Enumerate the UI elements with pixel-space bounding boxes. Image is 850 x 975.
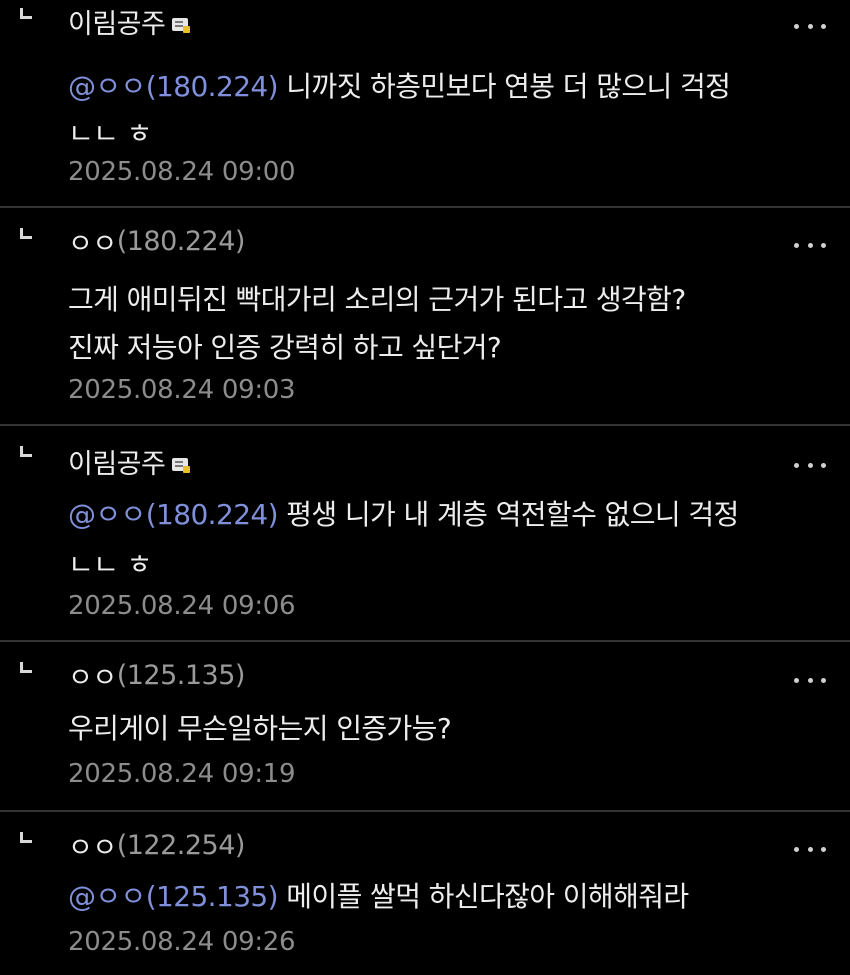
comment-body: @ㅇㅇ(125.135) 메이플 쌀먹 하신다잖아 이해해줘라 [68, 872, 689, 922]
comment-header: 이림공주 [68, 442, 191, 481]
comment-body: 그게 애미뒤진 빡대가리 소리의 근거가 된다고 생각함? 진짜 저능아 인증 … [68, 276, 686, 372]
comment-item: 이림공주 @ㅇㅇ(180.224) 니까짓 하층민보다 연봉 더 많으니 걱정 … [0, 0, 850, 208]
comment-nickname[interactable]: 이림공주 [68, 2, 166, 41]
comment-nickname[interactable]: ㅇㅇ [68, 826, 117, 865]
comment-text: 메이플 쌀먹 하신다잖아 이해해줘라 [277, 880, 689, 913]
comment-header: ㅇㅇ (180.224) [68, 222, 246, 261]
comment-item: ㅇㅇ (122.254) @ㅇㅇ(125.135) 메이플 쌀먹 하신다잖아 이… [0, 812, 850, 975]
fixed-nickname-badge-icon [172, 457, 191, 473]
more-options-icon[interactable] [794, 23, 826, 29]
comment-header: ㅇㅇ (125.135) [68, 656, 246, 695]
reply-arrow-icon [20, 832, 32, 843]
comment-ip: (180.224) [116, 225, 246, 257]
comment-item: ㅇㅇ (180.224) 그게 애미뒤진 빡대가리 소리의 근거가 된다고 생각… [0, 208, 850, 426]
mention-link[interactable]: @ㅇㅇ(125.135) [68, 880, 279, 913]
comment-nickname[interactable]: 이림공주 [68, 442, 166, 481]
more-options-icon[interactable] [794, 462, 826, 468]
comment-nickname[interactable]: ㅇㅇ [68, 222, 117, 261]
comment-timestamp: 2025.08.24 09:03 [68, 375, 296, 405]
comment-body: 우리게이 무슨일하는지 인증가능? [68, 704, 452, 754]
comment-header: ㅇㅇ (122.254) [68, 826, 246, 865]
comment-timestamp: 2025.08.24 09:06 [68, 591, 296, 621]
comment-item: 이림공주 @ㅇㅇ(180.224) 평생 니가 내 계층 역전할수 없으니 걱정… [0, 426, 850, 642]
comment-timestamp: 2025.08.24 09:00 [68, 157, 296, 187]
reply-arrow-icon [20, 662, 32, 673]
reply-arrow-icon [20, 228, 32, 239]
reply-arrow-icon [20, 446, 32, 457]
comment-text-line2: ㄴㄴ ㅎ [68, 117, 152, 150]
comment-text: 우리게이 무슨일하는지 인증가능? [68, 712, 452, 745]
mention-link[interactable]: @ㅇㅇ(180.224) [68, 498, 279, 531]
fixed-nickname-badge-icon [172, 17, 191, 33]
comment-text-line2: 진짜 저능아 인증 강력히 하고 싶단거? [68, 331, 502, 364]
mention-link[interactable]: @ㅇㅇ(180.224) [68, 70, 279, 103]
comment-body: @ㅇㅇ(180.224) 평생 니가 내 계층 역전할수 없으니 걱정 ㄴㄴ ㅎ [68, 490, 739, 590]
comment-header: 이림공주 [68, 2, 790, 41]
comment-ip: (125.135) [116, 659, 246, 691]
comment-timestamp: 2025.08.24 09:26 [68, 927, 296, 957]
more-options-icon[interactable] [794, 677, 826, 683]
reply-arrow-icon [20, 8, 32, 19]
comment-text: 그게 애미뒤진 빡대가리 소리의 근거가 된다고 생각함? [68, 283, 686, 316]
more-options-icon[interactable] [794, 846, 826, 852]
comment-text-line2: ㄴㄴ ㅎ [68, 548, 152, 581]
more-options-icon[interactable] [794, 242, 826, 248]
comment-text: 니까짓 하층민보다 연봉 더 많으니 걱정 [277, 70, 731, 103]
comment-text: 평생 니가 내 계층 역전할수 없으니 걱정 [277, 498, 739, 531]
comment-nickname[interactable]: ㅇㅇ [68, 656, 117, 695]
comment-list: 이림공주 @ㅇㅇ(180.224) 니까짓 하층민보다 연봉 더 많으니 걱정 … [0, 0, 850, 975]
comment-timestamp: 2025.08.24 09:19 [68, 759, 296, 789]
comment-item: ㅇㅇ (125.135) 우리게이 무슨일하는지 인증가능? 2025.08.2… [0, 642, 850, 812]
comment-ip: (122.254) [116, 829, 246, 861]
